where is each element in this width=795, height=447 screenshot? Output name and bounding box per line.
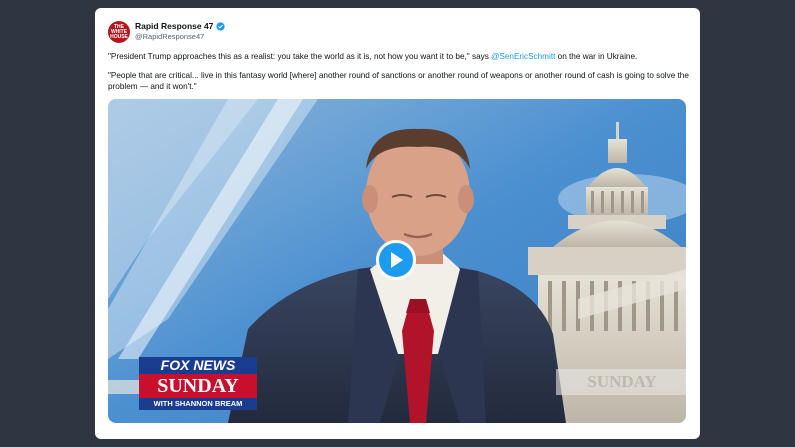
author-row: Rapid Response 47	[135, 21, 226, 31]
play-button[interactable]	[376, 240, 416, 280]
logo-text-main: SUNDAY	[157, 375, 239, 397]
tweet-paragraph-1: "President Trump approaches this as a re…	[108, 51, 693, 62]
tweet-card: THE WHITE HOUSE Rapid Response 47 @Rapid…	[95, 8, 700, 439]
verified-badge-icon	[216, 21, 226, 31]
tweet-text-part: "President Trump approaches this as a re…	[108, 52, 492, 61]
tweet-text-part: on the war in Ukraine.	[555, 52, 638, 61]
background-watermark: SUNDAY	[587, 372, 657, 391]
mention-link[interactable]: @SenEricSchmitt	[491, 52, 555, 61]
avatar[interactable]: THE WHITE HOUSE	[108, 21, 130, 43]
play-icon	[391, 252, 403, 268]
display-name[interactable]: Rapid Response 47	[135, 21, 213, 31]
video-player[interactable]: FOX NEWS SUNDAY WITH SHANNON BREAM SUNDA…	[108, 99, 686, 423]
user-handle[interactable]: @RapidResponse47	[135, 32, 204, 41]
avatar-text: THE WHITE HOUSE	[110, 23, 128, 40]
logo-text-sub: WITH SHANNON BREAM	[153, 399, 243, 408]
tweet-body: "President Trump approaches this as a re…	[108, 51, 693, 100]
logo-text-top: FOX NEWS	[160, 357, 236, 373]
tweet-paragraph-2: "People that are critical... live in thi…	[108, 71, 689, 91]
